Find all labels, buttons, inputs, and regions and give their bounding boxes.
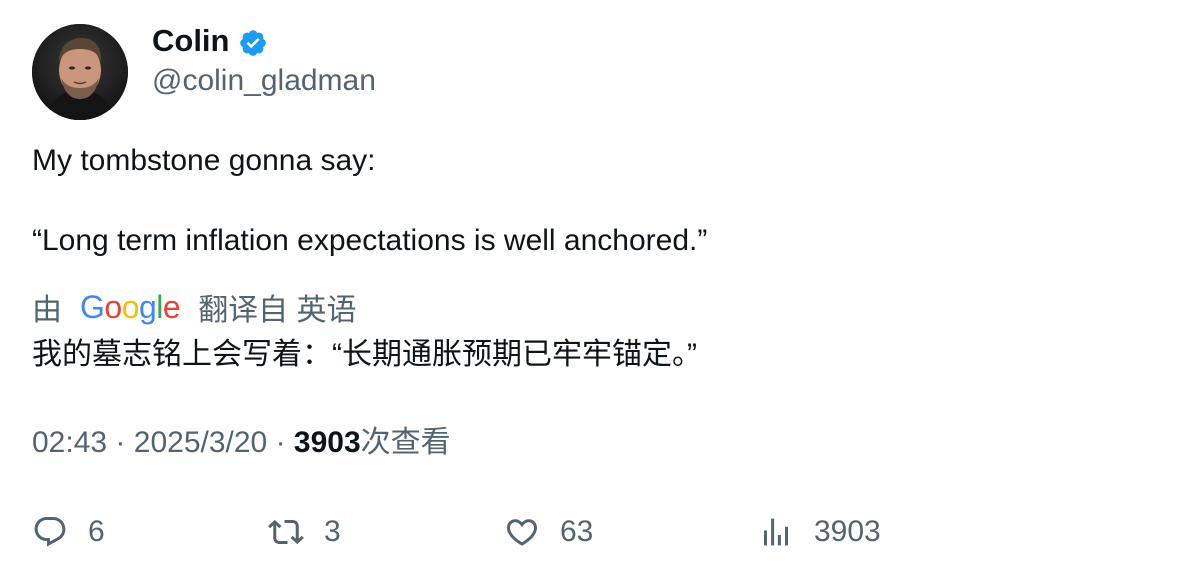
views-label: 次查看 <box>360 426 451 459</box>
meta-separator: · <box>275 426 286 459</box>
verified-badge-icon[interactable] <box>238 28 268 58</box>
reply-count: 6 <box>88 515 105 548</box>
bar-chart-icon <box>764 518 788 546</box>
tweet-text-line-2: “Long term inflation expectations is wel… <box>32 224 708 257</box>
google-logo: Google <box>80 288 181 325</box>
translation-attribution[interactable]: 由 Google 翻译自 英语 <box>32 286 357 328</box>
translated-text: 我的墓志铭上会写着：“长期通胀预期已牢牢锚定。” <box>32 338 697 371</box>
reply-button[interactable]: 6 <box>32 510 105 554</box>
avatar[interactable] <box>32 24 128 120</box>
tweet-meta: 02:43 · 2025/3/20 · 3903次查看 <box>32 423 451 463</box>
like-button[interactable]: 63 <box>504 510 593 554</box>
retweet-icon <box>268 519 304 545</box>
author-handle[interactable]: @colin_gladman <box>152 62 376 100</box>
tweet-date[interactable]: 2025/3/20 <box>134 426 267 459</box>
retweet-count: 3 <box>324 515 341 548</box>
reply-icon <box>34 517 66 547</box>
view-count: 3903 <box>814 515 881 548</box>
author-name-text[interactable]: Colin <box>152 21 230 61</box>
like-count: 63 <box>560 515 594 548</box>
author-display-name[interactable]: Colin <box>152 21 268 61</box>
tweet-time[interactable]: 02:43 <box>32 426 107 459</box>
meta-separator: · <box>115 426 126 459</box>
views-button[interactable]: 3903 <box>758 510 881 554</box>
translation-prefix: 由 <box>32 294 62 327</box>
tweet-text-line-1: My tombstone gonna say: <box>32 144 376 177</box>
views-count: 3903 <box>293 426 361 459</box>
retweet-button[interactable]: 3 <box>268 510 341 554</box>
heart-icon <box>506 519 538 546</box>
translation-source-language: 翻译自 英语 <box>198 294 357 327</box>
